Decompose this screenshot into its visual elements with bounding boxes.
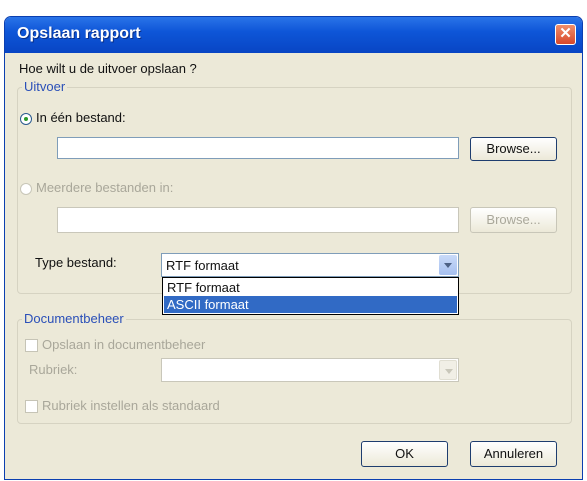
set-default-label: Rubriek instellen als standaard — [42, 398, 220, 413]
multiple-files-radio[interactable] — [20, 183, 32, 195]
single-file-browse-button[interactable]: Browse... — [470, 137, 557, 161]
chevron-down-icon — [444, 263, 452, 268]
close-button[interactable]: ✕ — [555, 24, 576, 45]
ok-button[interactable]: OK — [361, 441, 448, 467]
output-group-legend: Uitvoer — [22, 79, 68, 94]
chevron-down-icon — [445, 369, 453, 374]
rubriek-dropdown-button[interactable] — [439, 360, 457, 380]
file-type-options-list: RTF formaat ASCII formaat — [162, 277, 459, 315]
prompt-text: Hoe wilt u de uitvoer opslaan ? — [19, 61, 197, 76]
file-type-option[interactable]: RTF formaat — [164, 279, 457, 296]
document-management-legend: Documentbeheer — [22, 311, 126, 326]
dialog-title: Opslaan rapport — [17, 25, 141, 42]
close-icon: ✕ — [559, 25, 572, 42]
rubriek-select[interactable] — [161, 358, 459, 382]
file-type-select[interactable]: RTF formaat — [161, 253, 459, 277]
title-bar[interactable]: Opslaan rapport ✕ — [5, 17, 582, 53]
save-in-dm-label: Opslaan in documentbeheer — [42, 337, 206, 352]
single-file-radio[interactable] — [20, 113, 32, 125]
file-type-dropdown-button[interactable] — [439, 255, 457, 275]
single-file-path-input[interactable] — [57, 137, 459, 159]
file-type-selected-value: RTF formaat — [166, 258, 239, 273]
radio-selected-dot — [24, 117, 28, 121]
save-report-dialog: Opslaan rapport ✕ Hoe wilt u de uitvoer … — [4, 16, 583, 480]
file-type-label: Type bestand: — [35, 255, 117, 270]
cancel-button[interactable]: Annuleren — [470, 441, 557, 467]
multiple-files-label: Meerdere bestanden in: — [36, 180, 174, 195]
multiple-files-path-input[interactable] — [57, 207, 459, 233]
set-default-checkbox[interactable] — [25, 400, 38, 413]
rubriek-label: Rubriek: — [29, 362, 78, 377]
single-file-label[interactable]: In één bestand: — [36, 110, 126, 125]
file-type-option-highlighted[interactable]: ASCII formaat — [164, 296, 457, 313]
save-in-dm-checkbox[interactable] — [25, 339, 38, 352]
multiple-files-browse-button[interactable]: Browse... — [470, 207, 557, 233]
